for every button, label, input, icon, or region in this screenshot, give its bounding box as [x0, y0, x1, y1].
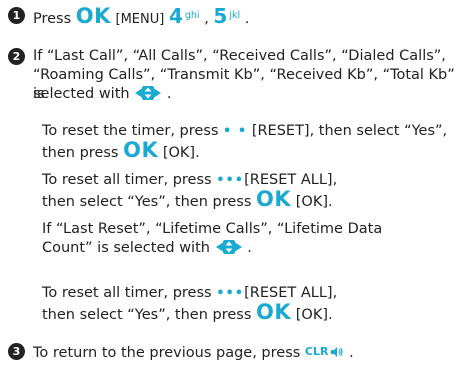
select-yes-text: then select “Yes”, then press	[42, 194, 252, 210]
reset-all-1-line-2: then select “Yes”, then press OK [OK].	[42, 187, 462, 212]
soft-key-left-icon: • •	[223, 124, 248, 139]
step-2-line-3: selected with .	[33, 85, 463, 107]
key-5-letters: jkl	[229, 10, 241, 21]
ok-key-label: OK	[256, 187, 292, 211]
up-down-navigation-key-icon	[215, 239, 243, 261]
reset-all-text: To reset all timer, press	[42, 172, 212, 188]
reset-all-2-line-1: To reset all timer, press •••[RESET ALL]…	[42, 284, 462, 303]
lifetime-line-2: Count” is selected with .	[42, 239, 462, 261]
key-4-letters: ghi	[184, 10, 200, 21]
step-2-end: .	[166, 86, 172, 102]
reset-timer-block: To reset the timer, press • • [RESET], t…	[42, 122, 462, 163]
key-5-number: 5	[213, 4, 228, 28]
press-word: Press	[33, 11, 72, 27]
clr-key-label: CLR	[304, 345, 329, 358]
ok-key-label: OK	[75, 4, 111, 28]
step-2-line-1: If “Last Call”, “All Calls”, “Received C…	[33, 48, 446, 64]
reset-all-label-text: [RESET ALL],	[244, 172, 338, 188]
step-1-text: Press OK [MENU] 4 ghi , 5 jkl .	[33, 6, 463, 29]
reset-all-block-2: To reset all timer, press •••[RESET ALL]…	[42, 284, 462, 325]
ok-key-label: OK	[123, 138, 159, 162]
lifetime-end: .	[247, 240, 252, 256]
step-3-end: .	[349, 345, 354, 361]
reset-all-2-line-2: then select “Yes”, then press OK [OK].	[42, 300, 462, 325]
step-number-2: 2	[8, 48, 25, 65]
step-3-text: To return to the previous page, press CL…	[33, 342, 463, 364]
step-3: 3 To return to the previous page, press …	[8, 342, 463, 364]
reset-all-label-text: [RESET ALL],	[244, 285, 338, 301]
ok-bracket-text: [OK].	[295, 307, 333, 323]
up-down-navigation-key-icon	[134, 85, 162, 107]
step-1-end: .	[244, 11, 250, 27]
selected-with-text: selected with	[33, 86, 130, 102]
step-2-line-2: “Roaming Calls”, “Transmit Kb”, “Receive…	[33, 67, 455, 102]
reset-label-text: [RESET], then select “Yes”,	[251, 123, 448, 139]
ok-bracket-text: [OK].	[295, 194, 333, 210]
reset-timer-line-2: then press OK [OK].	[42, 138, 462, 163]
reset-all-text: To reset all timer, press	[42, 285, 212, 301]
speaker-icon	[330, 345, 344, 364]
menu-label: [MENU]	[115, 12, 165, 27]
lifetime-block: If “Last Reset”, “Lifetime Calls”, “Life…	[42, 220, 462, 261]
step-2: 2 If “Last Call”, “All Calls”, “Received…	[8, 47, 463, 107]
step-number-3: 3	[8, 343, 25, 360]
step-2-text: If “Last Call”, “All Calls”, “Received C…	[33, 47, 463, 107]
ok-key-label: OK	[256, 300, 292, 324]
lifetime-selected-text: Count” is selected with	[42, 240, 210, 256]
soft-key-right-icon: •••	[216, 173, 245, 188]
soft-key-right-icon: •••	[216, 286, 245, 301]
then-press-text: then press	[42, 145, 119, 161]
return-text: To return to the previous page, press	[33, 345, 301, 361]
ok-bracket-text: [OK].	[162, 145, 200, 161]
step-number-1: 1	[8, 7, 25, 24]
step-1: 1 Press OK [MENU] 4 ghi , 5 jkl .	[8, 6, 463, 29]
key-4-number: 4	[168, 4, 183, 28]
lifetime-line-1: If “Last Reset”, “Lifetime Calls”, “Life…	[42, 221, 383, 237]
comma: ,	[204, 11, 209, 27]
select-yes-text: then select “Yes”, then press	[42, 307, 252, 323]
reset-all-1-line-1: To reset all timer, press •••[RESET ALL]…	[42, 171, 462, 190]
reset-all-block-1: To reset all timer, press •••[RESET ALL]…	[42, 171, 462, 212]
reset-timer-text: To reset the timer, press	[42, 123, 219, 139]
reset-timer-line-1: To reset the timer, press • • [RESET], t…	[42, 122, 462, 141]
